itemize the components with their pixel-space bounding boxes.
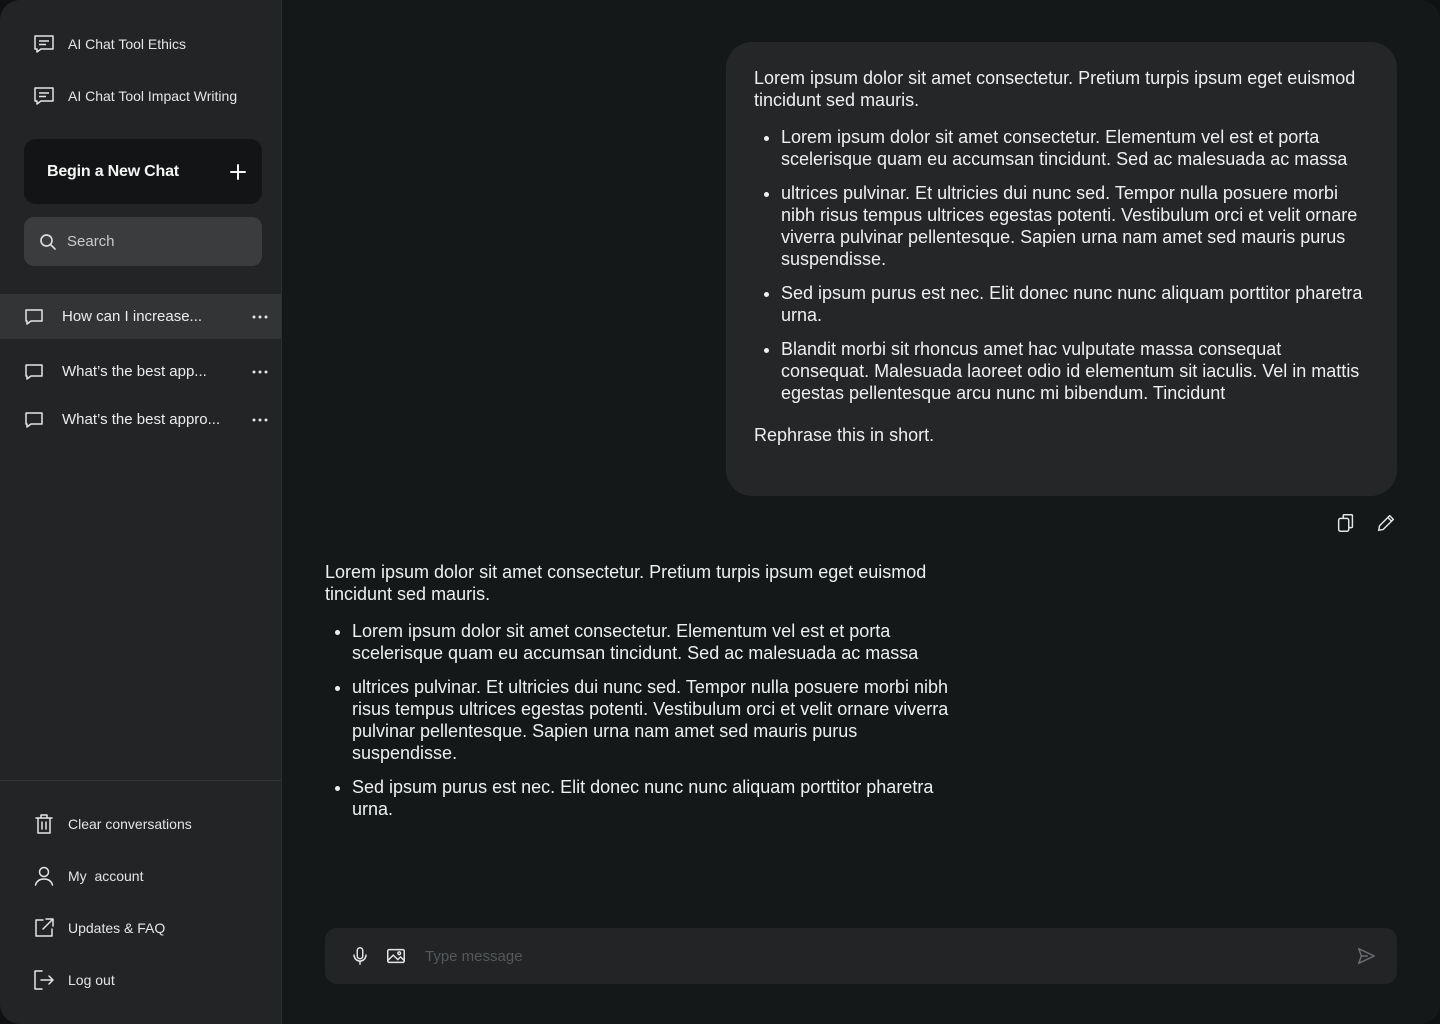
assistant-message-list: Lorem ipsum dolor sit amet consectetur. … [325, 620, 950, 820]
microphone-icon[interactable] [349, 945, 371, 967]
search-input[interactable] [67, 233, 247, 250]
sidebar-divider [0, 780, 281, 781]
more-options-icon[interactable] [252, 418, 268, 422]
history-item[interactable]: What’s the best app... [0, 349, 281, 394]
message-actions [1335, 512, 1397, 534]
external-link-icon [35, 918, 54, 937]
history-item[interactable]: How can I increase... [0, 294, 281, 339]
my-account-button[interactable]: My account [32, 863, 143, 889]
clear-conversations-label: Clear conversations [68, 816, 192, 832]
more-options-icon[interactable] [252, 315, 268, 319]
list-item: ultrices pulvinar. Et ultricies dui nunc… [781, 182, 1371, 270]
sidebar: AI Chat Tool Ethics AI Chat Tool Impact … [0, 0, 282, 1024]
history-item-label: How can I increase... [62, 308, 203, 325]
chat-bubble-icon [25, 308, 43, 325]
pinned-chat-impact-writing[interactable]: AI Chat Tool Impact Writing [32, 84, 237, 108]
pinned-chat-label: AI Chat Tool Ethics [68, 36, 187, 52]
history-item[interactable]: What’s the best appro... [0, 397, 281, 442]
new-chat-button[interactable]: Begin a New Chat [24, 139, 262, 204]
message-composer [325, 928, 1397, 984]
plus-icon [230, 163, 246, 180]
list-item: Lorem ipsum dolor sit amet consectetur. … [781, 126, 1371, 170]
chat-main: Lorem ipsum dolor sit amet consectetur. … [282, 0, 1440, 1024]
list-item: Lorem ipsum dolor sit amet consectetur. … [352, 620, 950, 664]
chat-bubble-icon [25, 411, 43, 428]
list-item: Blandit morbi sit rhoncus amet hac vulpu… [781, 338, 1371, 404]
image-icon[interactable] [385, 945, 407, 967]
user-message-intro: Lorem ipsum dolor sit amet consectetur. … [754, 68, 1356, 110]
history-item-label: What’s the best appro... [62, 411, 221, 428]
history-item-label: What’s the best app... [62, 363, 207, 380]
updates-faq-label: Updates & FAQ [68, 920, 166, 936]
new-chat-label: Begin a New Chat [47, 162, 179, 180]
assistant-message-intro: Lorem ipsum dolor sit amet consectetur. … [325, 562, 927, 604]
my-account-label: My account [68, 868, 144, 884]
search-box[interactable] [24, 217, 262, 266]
message-input[interactable] [425, 947, 1355, 965]
more-options-icon[interactable] [252, 370, 268, 374]
pinned-chat-ethics[interactable]: AI Chat Tool Ethics [32, 32, 186, 56]
log-out-button[interactable]: Log out [32, 967, 115, 993]
user-message-list: Lorem ipsum dolor sit amet consectetur. … [754, 126, 1371, 404]
assistant-message: Lorem ipsum dolor sit amet consectetur. … [325, 561, 950, 832]
list-item: ultrices pulvinar. Et ultricies dui nunc… [352, 676, 950, 764]
clear-conversations-button[interactable]: Clear conversations [32, 811, 192, 837]
send-icon[interactable] [1355, 945, 1377, 967]
chat-lines-icon [34, 87, 54, 105]
search-icon [40, 233, 56, 250]
user-message-ask: Rephrase this in short. [754, 425, 935, 445]
user-message-bubble: Lorem ipsum dolor sit amet consectetur. … [726, 42, 1397, 496]
chat-lines-icon [34, 35, 54, 53]
copy-icon[interactable] [1335, 512, 1357, 534]
list-item: Sed ipsum purus est nec. Elit donec nunc… [352, 776, 950, 820]
updates-faq-link[interactable]: Updates & FAQ [32, 915, 165, 941]
log-out-label: Log out [68, 972, 115, 988]
app-window: AI Chat Tool Ethics AI Chat Tool Impact … [0, 0, 1440, 1024]
chat-bubble-icon [25, 363, 43, 380]
user-icon [34, 866, 54, 886]
logout-icon [34, 970, 54, 990]
trash-icon [35, 814, 53, 834]
list-item: Sed ipsum purus est nec. Elit donec nunc… [781, 282, 1371, 326]
edit-pencil-icon[interactable] [1375, 512, 1397, 534]
pinned-chat-label: AI Chat Tool Impact Writing [68, 88, 238, 104]
